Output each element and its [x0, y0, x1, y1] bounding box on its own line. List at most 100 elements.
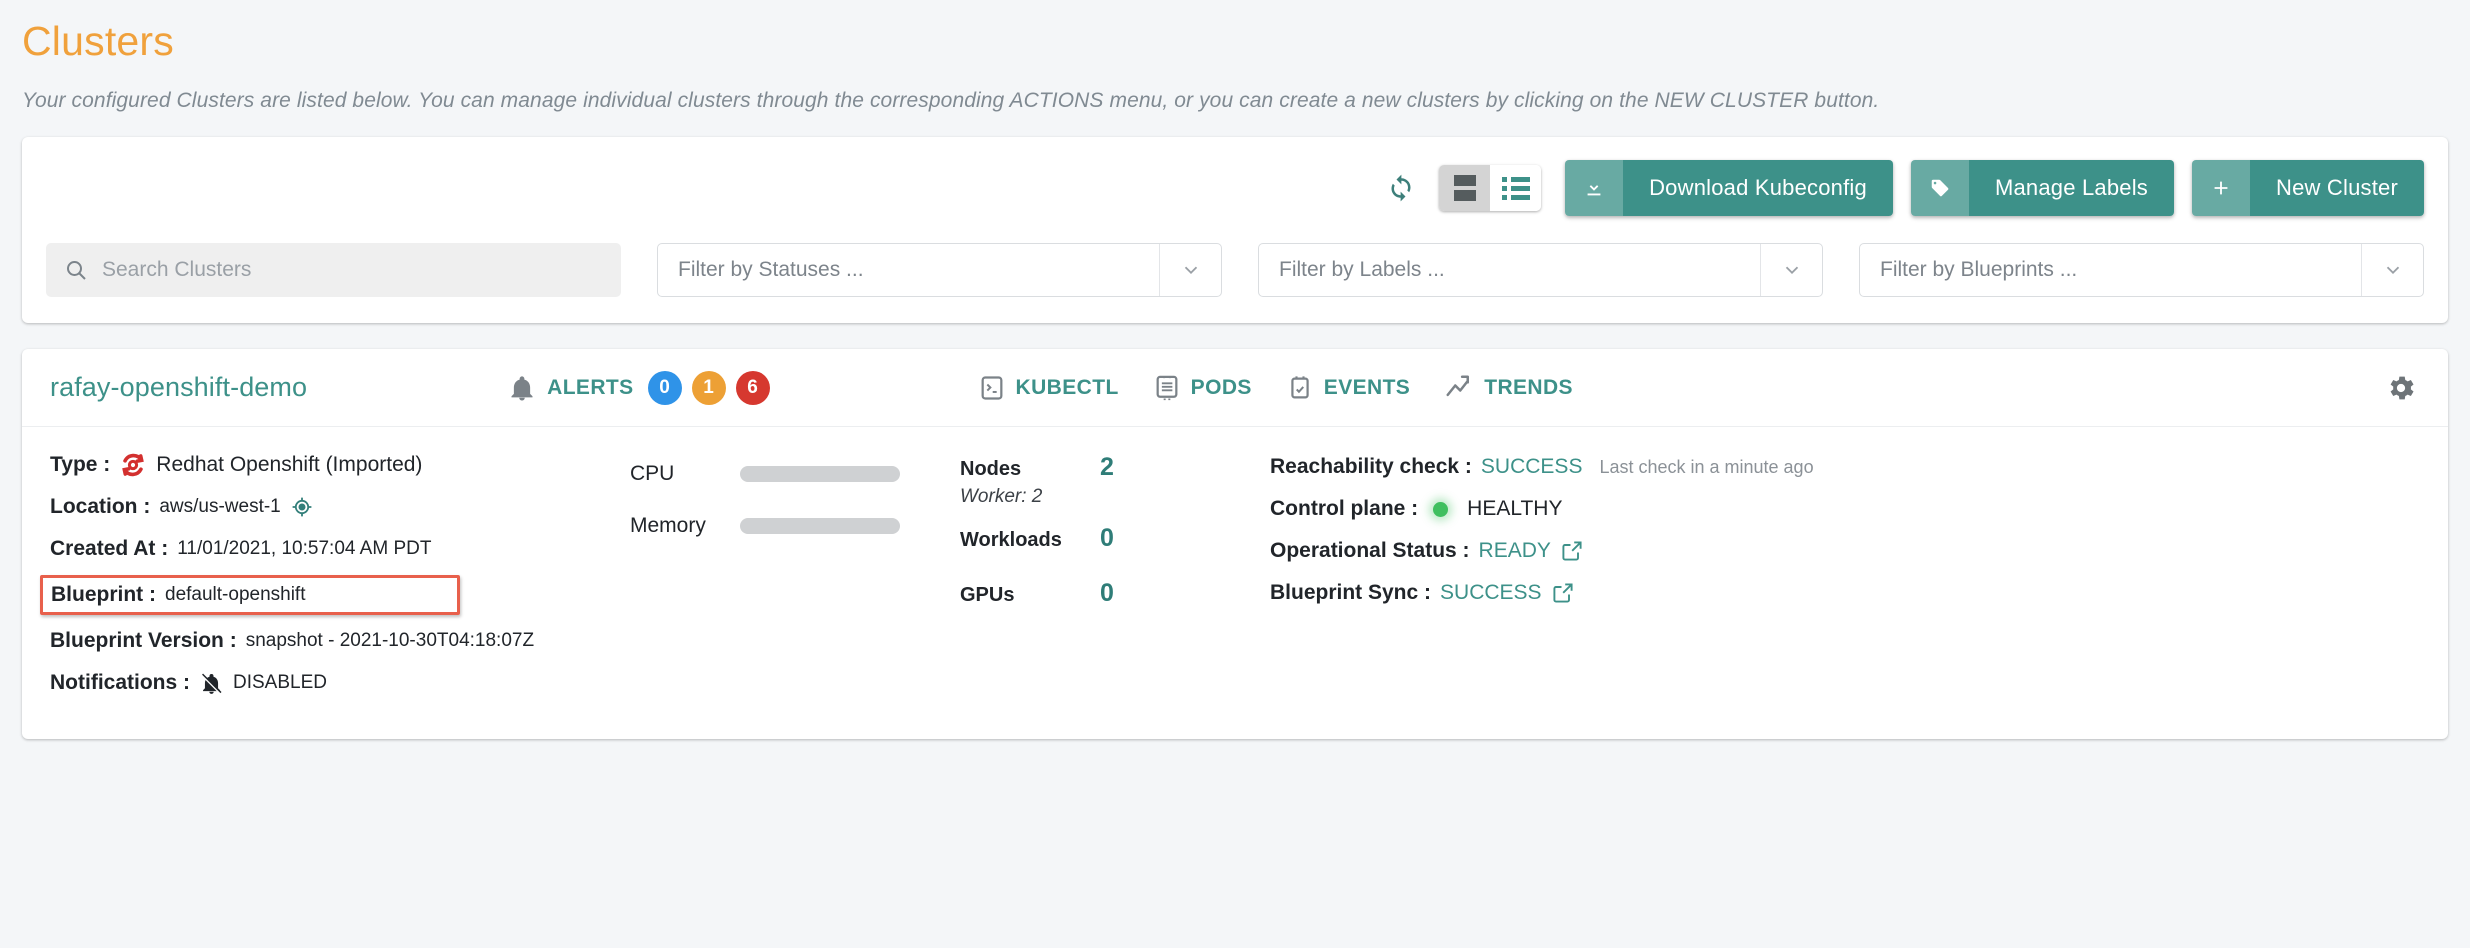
kubectl-label: KUBECTL [1015, 375, 1119, 399]
memory-gauge-row: Memory [630, 505, 960, 547]
filter-labels-value: Filter by Labels ... [1279, 258, 1445, 282]
memory-gauge-track [740, 518, 900, 535]
cluster-settings-button[interactable] [2378, 365, 2424, 411]
cluster-details-column: Type : Redhat Openshift (Imported) Locat… [40, 449, 630, 709]
pods-label: PODS [1190, 375, 1252, 399]
memory-label: Memory [630, 514, 706, 538]
type-key: Type : [50, 453, 111, 477]
blueprint-key: Blueprint : [51, 583, 156, 607]
view-mode-list[interactable] [1490, 165, 1542, 212]
detail-row-notifications: Notifications : DISABLED [50, 667, 630, 699]
status-row-control-plane: Control plane : HEALTHY [1270, 493, 2424, 525]
chevron-down-icon [2361, 244, 2423, 297]
operational-key: Operational Status : [1270, 539, 1470, 563]
location-target-icon[interactable] [290, 495, 314, 519]
list-view-icon [1501, 176, 1530, 200]
detail-row-created-at: Created At : 11/01/2021, 10:57:04 AM PDT [50, 533, 630, 565]
notifications-key: Notifications : [50, 671, 190, 695]
created-at-value: 11/01/2021, 10:57:04 AM PDT [177, 538, 432, 560]
trends-action[interactable]: TRENDS [1444, 373, 1573, 403]
blueprint-sync-key: Blueprint Sync : [1270, 581, 1432, 605]
resource-gauges-column: CPU Memory [630, 449, 960, 709]
card-view-icon [1453, 175, 1476, 202]
gpus-row: GPUs 0 [960, 579, 1270, 608]
control-plane-key: Control plane : [1270, 497, 1419, 521]
cluster-name[interactable]: rafay-openshift-demo [50, 372, 307, 403]
workloads-value: 0 [1100, 524, 1114, 553]
workloads-label: Workloads [960, 529, 1062, 552]
chevron-down-icon [1760, 244, 1822, 297]
trends-label: TRENDS [1484, 375, 1573, 399]
pods-list-icon [1153, 374, 1181, 402]
kubectl-action[interactable]: KUBECTL [978, 374, 1119, 402]
download-kubeconfig-label: Download Kubeconfig [1623, 160, 1893, 217]
detail-row-location: Location : aws/us-west-1 [50, 491, 630, 523]
bell-icon [507, 373, 537, 403]
gear-icon [2385, 372, 2417, 404]
green-status-dot [1433, 501, 1449, 517]
bell-off-icon [199, 671, 224, 696]
cluster-header-actions: KUBECTL PODS EVENTS TRENDS [978, 373, 1573, 403]
alerts-label: ALERTS [547, 375, 634, 399]
events-checklist-icon [1286, 374, 1314, 402]
blueprint-version-value: snapshot - 2021-10-30T04:18:07Z [245, 630, 535, 652]
toolbar-row: Download Kubeconfig Manage Labels New Cl… [46, 155, 2424, 221]
external-link-icon[interactable] [1551, 581, 1575, 605]
reachability-value: SUCCESS [1480, 455, 1583, 479]
filter-statuses-select[interactable]: Filter by Statuses ... [657, 243, 1222, 298]
toolbar-card: Download Kubeconfig Manage Labels New Cl… [22, 137, 2448, 324]
refresh-icon [1386, 173, 1416, 203]
trending-up-icon [1444, 373, 1474, 403]
workloads-row: Workloads 0 [960, 524, 1270, 553]
filter-blueprints-value: Filter by Blueprints ... [1880, 258, 2078, 282]
alerts-badge-warning[interactable]: 1 [691, 370, 726, 405]
events-label: EVENTS [1323, 375, 1411, 399]
events-action[interactable]: EVENTS [1286, 374, 1410, 402]
page-description: Your configured Clusters are listed belo… [22, 89, 1880, 113]
pods-action[interactable]: PODS [1153, 374, 1252, 402]
filter-blueprints-select[interactable]: Filter by Blueprints ... [1859, 243, 2424, 298]
gpus-value: 0 [1100, 579, 1114, 608]
operational-value: READY [1478, 539, 1551, 563]
refresh-button[interactable] [1381, 168, 1421, 208]
detail-row-blueprint: Blueprint : default-openshift [40, 575, 460, 616]
cluster-card-header: rafay-openshift-demo ALERTS 0 1 6 KUBECT… [22, 349, 2448, 428]
manage-labels-button[interactable]: Manage Labels [1910, 160, 2174, 217]
reachability-note: Last check in a minute ago [1599, 456, 1814, 477]
filter-labels-select[interactable]: Filter by Labels ... [1258, 243, 1823, 298]
plus-icon [2191, 160, 2250, 217]
created-at-key: Created At : [50, 537, 169, 561]
blueprint-sync-value: SUCCESS [1440, 581, 1542, 605]
download-kubeconfig-button[interactable]: Download Kubeconfig [1565, 160, 1893, 217]
nodes-label: Nodes [960, 458, 1022, 481]
detail-row-blueprint-version: Blueprint Version : snapshot - 2021-10-3… [50, 625, 630, 657]
blueprint-value: default-openshift [165, 584, 306, 606]
view-mode-toggle[interactable] [1439, 165, 1542, 212]
cpu-gauge-row: CPU [630, 453, 960, 495]
view-mode-card[interactable] [1439, 165, 1491, 212]
alerts-badge-info[interactable]: 0 [647, 370, 682, 405]
cluster-card: rafay-openshift-demo ALERTS 0 1 6 KUBECT… [22, 349, 2448, 740]
type-value: Redhat Openshift (Imported) [156, 453, 423, 477]
terminal-icon [978, 374, 1006, 402]
control-plane-value: HEALTHY [1467, 497, 1563, 521]
cpu-label: CPU [630, 462, 675, 486]
cluster-counts-column: Nodes 2 Worker: 2 Workloads 0 GPUs 0 [960, 449, 1270, 709]
page-header: Clusters Your configured Clusters are li… [0, 0, 2470, 113]
openshift-logo-icon [119, 451, 147, 479]
status-row-operational: Operational Status : READY [1270, 535, 2424, 567]
cluster-status-column: Reachability check : SUCCESS Last check … [1270, 449, 2424, 709]
manage-labels-label: Manage Labels [1968, 160, 2174, 217]
alerts-badge-critical[interactable]: 6 [735, 370, 770, 405]
search-input[interactable] [102, 258, 603, 283]
status-row-reachability: Reachability check : SUCCESS Last check … [1270, 451, 2424, 483]
search-clusters-box[interactable] [46, 243, 621, 298]
external-link-icon[interactable] [1560, 539, 1584, 563]
page-title: Clusters [22, 18, 174, 64]
location-key: Location : [50, 495, 151, 519]
cpu-gauge-track [740, 466, 900, 483]
new-cluster-button[interactable]: New Cluster [2191, 160, 2424, 217]
blueprint-version-key: Blueprint Version : [50, 629, 237, 653]
alerts-group: ALERTS 0 1 6 [507, 370, 770, 405]
nodes-worker-sub: Worker: 2 [960, 486, 1043, 508]
